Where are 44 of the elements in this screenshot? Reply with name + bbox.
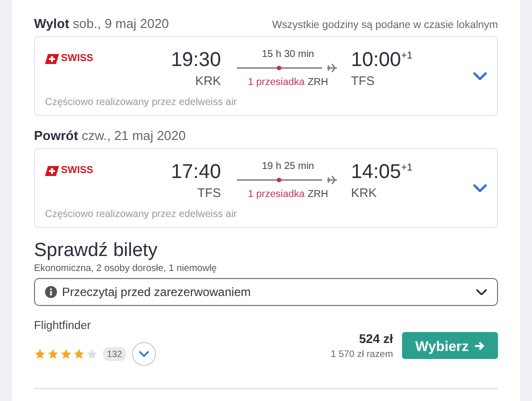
review-count: 132 xyxy=(103,347,126,361)
chevron-down-icon xyxy=(139,351,150,357)
flight-card[interactable]: SWISS 17:40 TFS 19 h 25 min 1 przesiadka ZRH 14:05$^{+1}$ KRK Częściowo realizowany przez edelweiss air xyxy=(34,148,498,228)
arrow-right-icon xyxy=(474,340,485,350)
arrival-airport: TFS xyxy=(351,74,376,88)
star-icon xyxy=(47,348,59,360)
airline-logo: SWISS xyxy=(61,165,94,176)
total-price: 1 570 zł razem xyxy=(330,348,393,360)
timezone-note: Wszystkie godziny są podane w czasie lokalnym xyxy=(272,19,498,31)
flight-card[interactable]: SWISS 19:30 KRK 15 h 30 min 1 przesiadka ZRH 10:00$^{+1}$ TFS Częściowo realizowany przez edelweiss air xyxy=(34,36,498,116)
passenger-summary: Ekonomiczna, 2 osoby dorosłe, 1 niemowlę xyxy=(34,263,218,274)
leg-heading: Powrót czw., 21 maj 2020 xyxy=(34,128,186,143)
notice-dropdown[interactable]: Przeczytaj przed zarezerwowaniem xyxy=(34,278,498,306)
operator-note: Częściowo realizowany przez edelweiss air xyxy=(45,209,238,220)
star-icon xyxy=(73,348,85,360)
stop-airport: ZRH xyxy=(308,189,328,200)
stops-count: 1 przesiadka xyxy=(248,77,305,88)
departure-time: 19:30 xyxy=(170,49,221,72)
chevron-down-icon xyxy=(476,288,487,296)
section-title: Sprawdź bilety xyxy=(34,240,159,262)
departure-airport: TFS xyxy=(197,186,221,200)
expand-button[interactable] xyxy=(132,342,156,366)
star-icon xyxy=(86,348,98,360)
departure-airport: KRK xyxy=(195,74,221,88)
flight-duration: 15 h 30 min xyxy=(262,49,314,60)
cross-flag-icon xyxy=(45,166,59,176)
departure-time: 17:40 xyxy=(170,161,221,184)
price: 524 zł xyxy=(358,332,393,346)
operator-note: Częściowo realizowany przez edelweiss air xyxy=(45,97,238,108)
cross-flag-icon xyxy=(45,54,59,64)
chevron-down-icon xyxy=(473,72,487,80)
arrival-airport: KRK xyxy=(351,186,378,200)
arrival-time: 14:05$^{+1}$ xyxy=(351,161,412,184)
flight-duration: 19 h 25 min xyxy=(262,161,314,172)
stops-count: 1 przesiadka xyxy=(248,189,305,200)
provider-name: Flightfinder xyxy=(34,320,91,332)
stop-airport: ZRH xyxy=(308,77,328,88)
leg-heading: Wylot sob., 9 maj 2020 xyxy=(34,16,169,31)
star-icon xyxy=(60,348,72,360)
info-icon xyxy=(45,286,57,298)
airline-logo: SWISS xyxy=(61,53,94,64)
star-icon xyxy=(34,348,46,360)
arrival-time: 10:00$^{+1}$ xyxy=(351,49,412,72)
chevron-down-icon xyxy=(473,184,487,192)
